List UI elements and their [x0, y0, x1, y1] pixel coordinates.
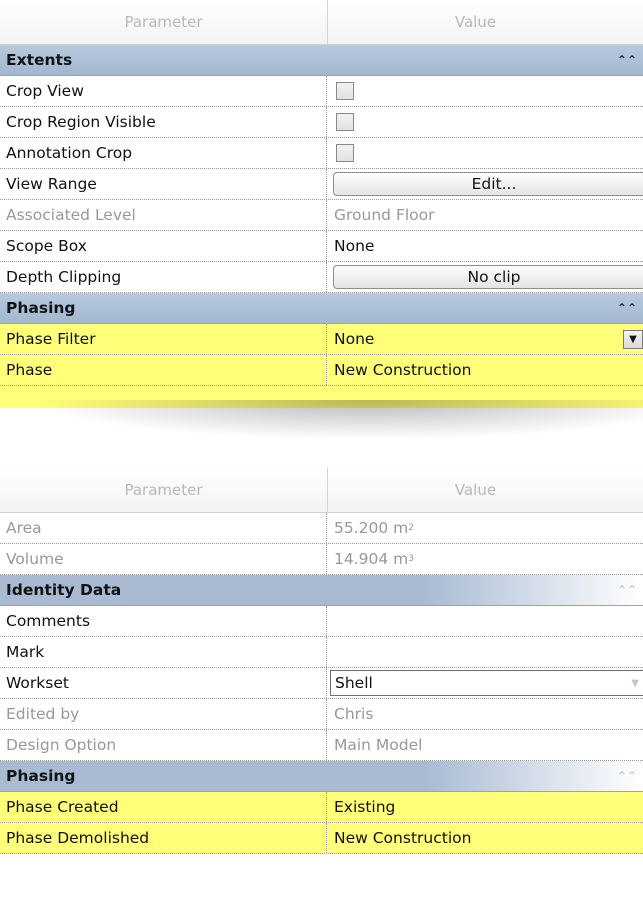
parameter-column-header[interactable]: Parameter — [0, 468, 328, 512]
area-value: 55.200 m2 — [334, 519, 414, 537]
property-row-volume: Volume 14.904 m3 — [0, 544, 643, 575]
property-row-workset: Workset Shell ▼ — [0, 668, 643, 699]
view-range-edit-button[interactable]: Edit... — [333, 172, 643, 196]
category-title: Phasing — [6, 299, 76, 317]
panel-separator-shadow — [30, 400, 643, 440]
property-label: View Range — [0, 169, 327, 199]
category-phasing[interactable]: Phasing ⌃⌃ — [0, 761, 643, 792]
crop-view-checkbox[interactable] — [336, 82, 354, 100]
scope-box-value[interactable]: None — [327, 231, 643, 261]
associated-level-value: Ground Floor — [334, 206, 435, 224]
property-label: Mark — [0, 637, 327, 667]
property-row-design-option: Design Option Main Model — [0, 730, 643, 761]
property-row-associated-level: Associated Level Ground Floor — [0, 200, 643, 231]
column-header: Parameter Value — [0, 468, 643, 513]
property-label: Area — [0, 513, 327, 543]
properties-panel-element: Parameter Value Area 55.200 m2 Volume 14… — [0, 468, 643, 854]
category-extents[interactable]: Extents ⌃⌃ — [0, 45, 643, 76]
property-row-mark: Mark — [0, 637, 643, 668]
double-chevron-up-icon[interactable]: ⌃⌃ — [617, 53, 637, 67]
parameter-column-header[interactable]: Parameter — [0, 0, 328, 44]
property-label: Edited by — [0, 699, 327, 729]
property-row-depth-clipping: Depth Clipping No clip — [0, 262, 643, 293]
property-row-scope-box: Scope Box None — [0, 231, 643, 262]
double-chevron-up-icon[interactable]: ⌃⌃ — [617, 301, 637, 315]
depth-clipping-button[interactable]: No clip — [333, 265, 643, 289]
phase-filter-value[interactable]: None — [334, 330, 374, 348]
workset-dropdown[interactable]: Shell ▼ — [330, 670, 643, 696]
design-option-value: Main Model — [334, 736, 423, 754]
category-phasing[interactable]: Phasing ⌃⌃ — [0, 293, 643, 324]
property-row-crop-view: Crop View — [0, 76, 643, 107]
phase-created-value[interactable]: Existing — [327, 792, 643, 822]
property-row-edited-by: Edited by Chris — [0, 699, 643, 730]
column-header: Parameter Value — [0, 0, 643, 45]
mark-value[interactable] — [327, 637, 643, 667]
property-label: Phase — [0, 355, 327, 385]
property-row-view-range: View Range Edit... — [0, 169, 643, 200]
property-row-phase-created: Phase Created Existing — [0, 792, 643, 823]
property-row-comments: Comments — [0, 606, 643, 637]
property-row-area: Area 55.200 m2 — [0, 513, 643, 544]
double-chevron-up-icon[interactable]: ⌃⌃ — [617, 583, 637, 597]
property-label: Volume — [0, 544, 327, 574]
category-title: Extents — [6, 51, 73, 69]
property-label: Crop View — [0, 76, 327, 106]
value-column-header[interactable]: Value — [328, 468, 643, 512]
property-row-phase-filter: Phase Filter None ▼ — [0, 324, 643, 355]
property-label: Comments — [0, 606, 327, 636]
property-label: Associated Level — [0, 200, 327, 230]
dropdown-arrow-icon[interactable]: ▼ — [631, 678, 639, 689]
property-label: Crop Region Visible — [0, 107, 327, 137]
property-label: Annotation Crop — [0, 138, 327, 168]
volume-value: 14.904 m3 — [334, 550, 414, 568]
property-row-crop-region-visible: Crop Region Visible — [0, 107, 643, 138]
property-label: Phase Created — [0, 792, 327, 822]
annotation-crop-checkbox[interactable] — [336, 144, 354, 162]
category-identity-data[interactable]: Identity Data ⌃⌃ — [0, 575, 643, 606]
property-label: Depth Clipping — [0, 262, 327, 292]
category-title: Phasing — [6, 767, 76, 785]
property-label: Design Option — [0, 730, 327, 760]
property-row-phase: Phase New Construction — [0, 355, 643, 386]
phase-demolished-value[interactable]: New Construction — [327, 823, 643, 853]
double-chevron-up-icon[interactable]: ⌃⌃ — [617, 769, 637, 783]
property-label: Workset — [0, 668, 327, 698]
property-label: Phase Demolished — [0, 823, 327, 853]
property-row-phase-demolished: Phase Demolished New Construction — [0, 823, 643, 854]
crop-region-visible-checkbox[interactable] — [336, 113, 354, 131]
properties-panel-view: Parameter Value Extents ⌃⌃ Crop View Cro… — [0, 0, 643, 408]
workset-value: Shell — [335, 674, 373, 692]
phase-value[interactable]: New Construction — [327, 355, 643, 385]
edited-by-value: Chris — [334, 705, 374, 723]
comments-value[interactable] — [327, 606, 643, 636]
property-label: Phase Filter — [0, 324, 327, 354]
property-row-annotation-crop: Annotation Crop — [0, 138, 643, 169]
property-label: Scope Box — [0, 231, 327, 261]
dropdown-arrow-icon[interactable]: ▼ — [623, 330, 643, 349]
value-column-header[interactable]: Value — [328, 0, 643, 44]
category-title: Identity Data — [6, 581, 122, 599]
